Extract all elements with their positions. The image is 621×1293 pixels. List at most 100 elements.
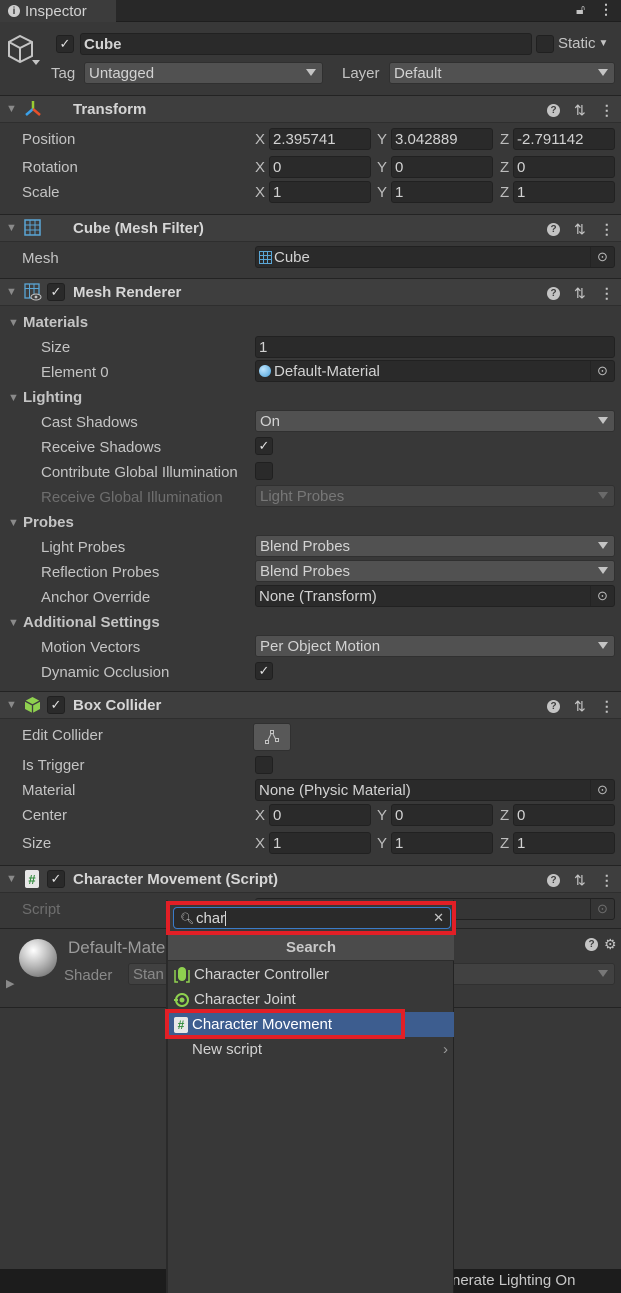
probes-header[interactable]: Probes: [23, 514, 74, 531]
light-probes-dropdown[interactable]: Blend Probes: [255, 535, 615, 557]
cast-shadows-dropdown[interactable]: On: [255, 410, 615, 432]
axis-x-label[interactable]: X: [255, 159, 265, 176]
transform-header[interactable]: ▼ Transform ? ⇅ ⋮: [0, 95, 621, 123]
component-menu-icon[interactable]: ⋮: [600, 285, 614, 302]
size-z-input[interactable]: 1: [513, 832, 615, 854]
center-y-input[interactable]: 0: [391, 804, 493, 826]
scale-y-input[interactable]: 1: [391, 181, 493, 203]
dynamic-occlusion-checkbox[interactable]: ✓: [255, 662, 273, 680]
is-trigger-checkbox[interactable]: [255, 756, 273, 774]
axis-z-label[interactable]: Z: [500, 184, 509, 201]
component-search-input[interactable]: 🔍︎ char ✕: [173, 907, 451, 929]
center-x-input[interactable]: 0: [269, 804, 371, 826]
axis-y-label[interactable]: Y: [377, 131, 387, 148]
edit-collider-button[interactable]: [253, 723, 291, 751]
axis-y-label[interactable]: Y: [377, 807, 387, 824]
axis-y-label[interactable]: Y: [377, 184, 387, 201]
axis-z-label[interactable]: Z: [500, 807, 509, 824]
rotation-z-input[interactable]: 0: [513, 156, 615, 178]
collider-material-field[interactable]: None (Physic Material) ⊙: [255, 779, 615, 801]
rotation-y-input[interactable]: 0: [391, 156, 493, 178]
axis-z-label[interactable]: Z: [500, 159, 509, 176]
center-z-input[interactable]: 0: [513, 804, 615, 826]
position-x-input[interactable]: 2.395741: [269, 128, 371, 150]
script-enabled-checkbox[interactable]: ✓: [47, 870, 65, 888]
contribute-gi-checkbox[interactable]: [255, 462, 273, 480]
static-dropdown[interactable]: Static ▼: [558, 35, 608, 52]
probes-foldout-icon[interactable]: ▼: [8, 517, 19, 529]
foldout-arrow-icon[interactable]: ▼: [6, 286, 17, 298]
mesh-filter-header[interactable]: ▼ Cube (Mesh Filter) ? ⇅ ⋮: [0, 214, 621, 242]
axis-y-label[interactable]: Y: [377, 159, 387, 176]
tag-dropdown[interactable]: Untagged: [84, 62, 323, 84]
help-icon[interactable]: ?: [547, 874, 560, 887]
object-picker-icon[interactable]: ⊙: [590, 247, 614, 267]
axis-z-label[interactable]: Z: [500, 835, 509, 852]
menu-item-new-script[interactable]: New script ›: [168, 1037, 454, 1062]
help-icon[interactable]: ?: [547, 700, 560, 713]
active-checkbox[interactable]: ✓: [56, 35, 74, 53]
foldout-arrow-icon[interactable]: ▼: [6, 699, 17, 711]
receive-shadows-checkbox[interactable]: ✓: [255, 437, 273, 455]
reflection-probes-dropdown[interactable]: Blend Probes: [255, 560, 615, 582]
lighting-foldout-icon[interactable]: ▼: [8, 392, 19, 404]
help-icon[interactable]: ?: [547, 287, 560, 300]
script-component-header[interactable]: ▼ # ✓ Character Movement (Script) ? ⇅ ⋮: [0, 865, 621, 893]
motion-vectors-dropdown[interactable]: Per Object Motion: [255, 635, 615, 657]
mesh-object-field[interactable]: Cube ⊙: [255, 246, 615, 268]
object-picker-icon[interactable]: ⊙: [590, 780, 614, 800]
kebab-menu-icon[interactable]: ⋮: [599, 1, 613, 18]
foldout-arrow-icon[interactable]: ▼: [6, 222, 17, 234]
rotation-x-input[interactable]: 0: [269, 156, 371, 178]
element0-object-field[interactable]: Default-Material ⊙: [255, 360, 615, 382]
position-y-input[interactable]: 3.042889: [391, 128, 493, 150]
axis-x-label[interactable]: X: [255, 835, 265, 852]
box-collider-enabled-checkbox[interactable]: ✓: [47, 696, 65, 714]
layer-dropdown[interactable]: Default: [389, 62, 615, 84]
presets-icon[interactable]: ⇅: [574, 221, 586, 238]
component-menu-icon[interactable]: ⋮: [600, 102, 614, 119]
lock-icon[interactable]: 🔓︎: [576, 1, 585, 18]
object-name-input[interactable]: Cube: [80, 33, 532, 55]
size-x-input[interactable]: 1: [269, 832, 371, 854]
gameobject-icon[interactable]: [6, 32, 40, 70]
clear-search-icon[interactable]: ✕: [433, 910, 444, 926]
position-z-input[interactable]: -2.791142: [513, 128, 615, 150]
foldout-arrow-icon[interactable]: ▼: [6, 103, 17, 115]
menu-item-character-controller[interactable]: Character Controller: [168, 962, 454, 987]
presets-icon[interactable]: ⇅: [574, 102, 586, 119]
materials-size-input[interactable]: 1: [255, 336, 615, 358]
gear-icon[interactable]: ⚙: [604, 937, 617, 951]
foldout-right-icon[interactable]: ▶: [6, 977, 14, 990]
axis-x-label[interactable]: X: [255, 131, 265, 148]
mesh-renderer-enabled-checkbox[interactable]: ✓: [47, 283, 65, 301]
object-picker-icon[interactable]: ⊙: [590, 361, 614, 381]
component-menu-icon[interactable]: ⋮: [600, 698, 614, 715]
anchor-override-field[interactable]: None (Transform) ⊙: [255, 585, 615, 607]
additional-settings-header[interactable]: Additional Settings: [23, 614, 160, 631]
help-icon[interactable]: ?: [547, 223, 560, 236]
additional-settings-foldout-icon[interactable]: ▼: [8, 617, 19, 629]
mesh-renderer-header[interactable]: ▼ ✓ Mesh Renderer ? ⇅ ⋮: [0, 278, 621, 306]
presets-icon[interactable]: ⇅: [574, 285, 586, 302]
help-icon[interactable]: ?: [585, 938, 598, 951]
presets-icon[interactable]: ⇅: [574, 872, 586, 889]
presets-icon[interactable]: ⇅: [574, 698, 586, 715]
lighting-header[interactable]: Lighting: [23, 389, 82, 406]
object-picker-icon[interactable]: ⊙: [590, 586, 614, 606]
help-icon[interactable]: ?: [547, 104, 560, 117]
materials-header[interactable]: Materials: [23, 314, 88, 331]
axis-z-label[interactable]: Z: [500, 131, 509, 148]
component-menu-icon[interactable]: ⋮: [600, 872, 614, 889]
materials-foldout-icon[interactable]: ▼: [8, 317, 19, 329]
static-checkbox[interactable]: [536, 35, 554, 53]
scale-z-input[interactable]: 1: [513, 181, 615, 203]
size-y-input[interactable]: 1: [391, 832, 493, 854]
inspector-tab[interactable]: i Inspector: [0, 0, 116, 22]
axis-x-label[interactable]: X: [255, 184, 265, 201]
axis-x-label[interactable]: X: [255, 807, 265, 824]
box-collider-header[interactable]: ▼ ✓ Box Collider ? ⇅ ⋮: [0, 691, 621, 719]
scale-x-input[interactable]: 1: [269, 181, 371, 203]
component-menu-icon[interactable]: ⋮: [600, 221, 614, 238]
axis-y-label[interactable]: Y: [377, 835, 387, 852]
